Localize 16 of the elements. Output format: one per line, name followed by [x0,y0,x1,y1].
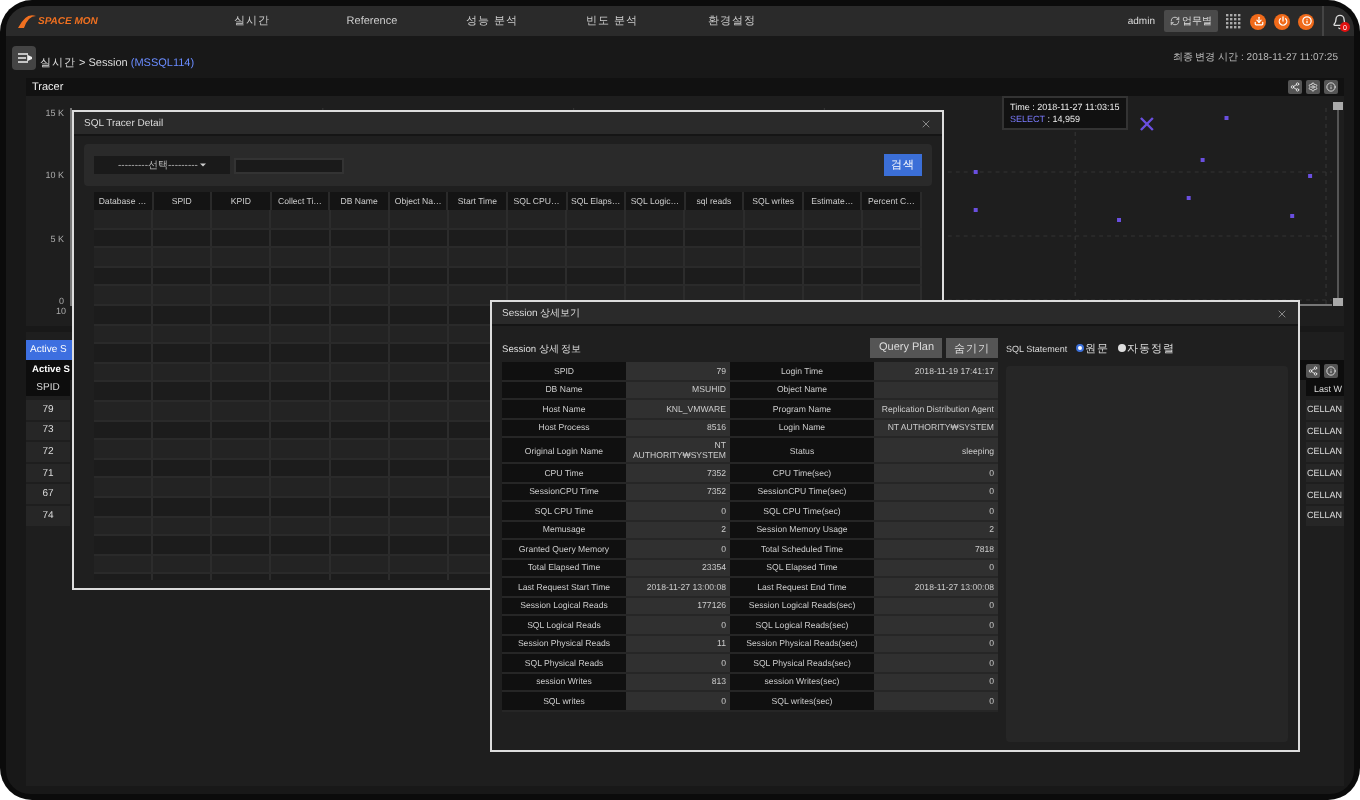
close-icon[interactable] [920,117,932,129]
settings-icon[interactable] [1306,80,1320,94]
sidebar-toggle[interactable] [12,45,36,69]
info-icon[interactable] [1324,363,1338,377]
bell-icon[interactable] [1331,13,1347,29]
share-icon[interactable] [1288,80,1302,94]
menu-icon [17,51,31,63]
grid-icon[interactable] [1226,13,1242,29]
logo-icon [18,13,36,29]
share-icon[interactable] [1306,363,1320,377]
search-field[interactable] [234,157,344,173]
refresh-icon [1169,16,1179,26]
power-icon[interactable] [1274,13,1290,29]
download-icon[interactable] [1250,13,1266,29]
close-icon[interactable] [1276,307,1288,319]
caret-icon [199,162,206,168]
